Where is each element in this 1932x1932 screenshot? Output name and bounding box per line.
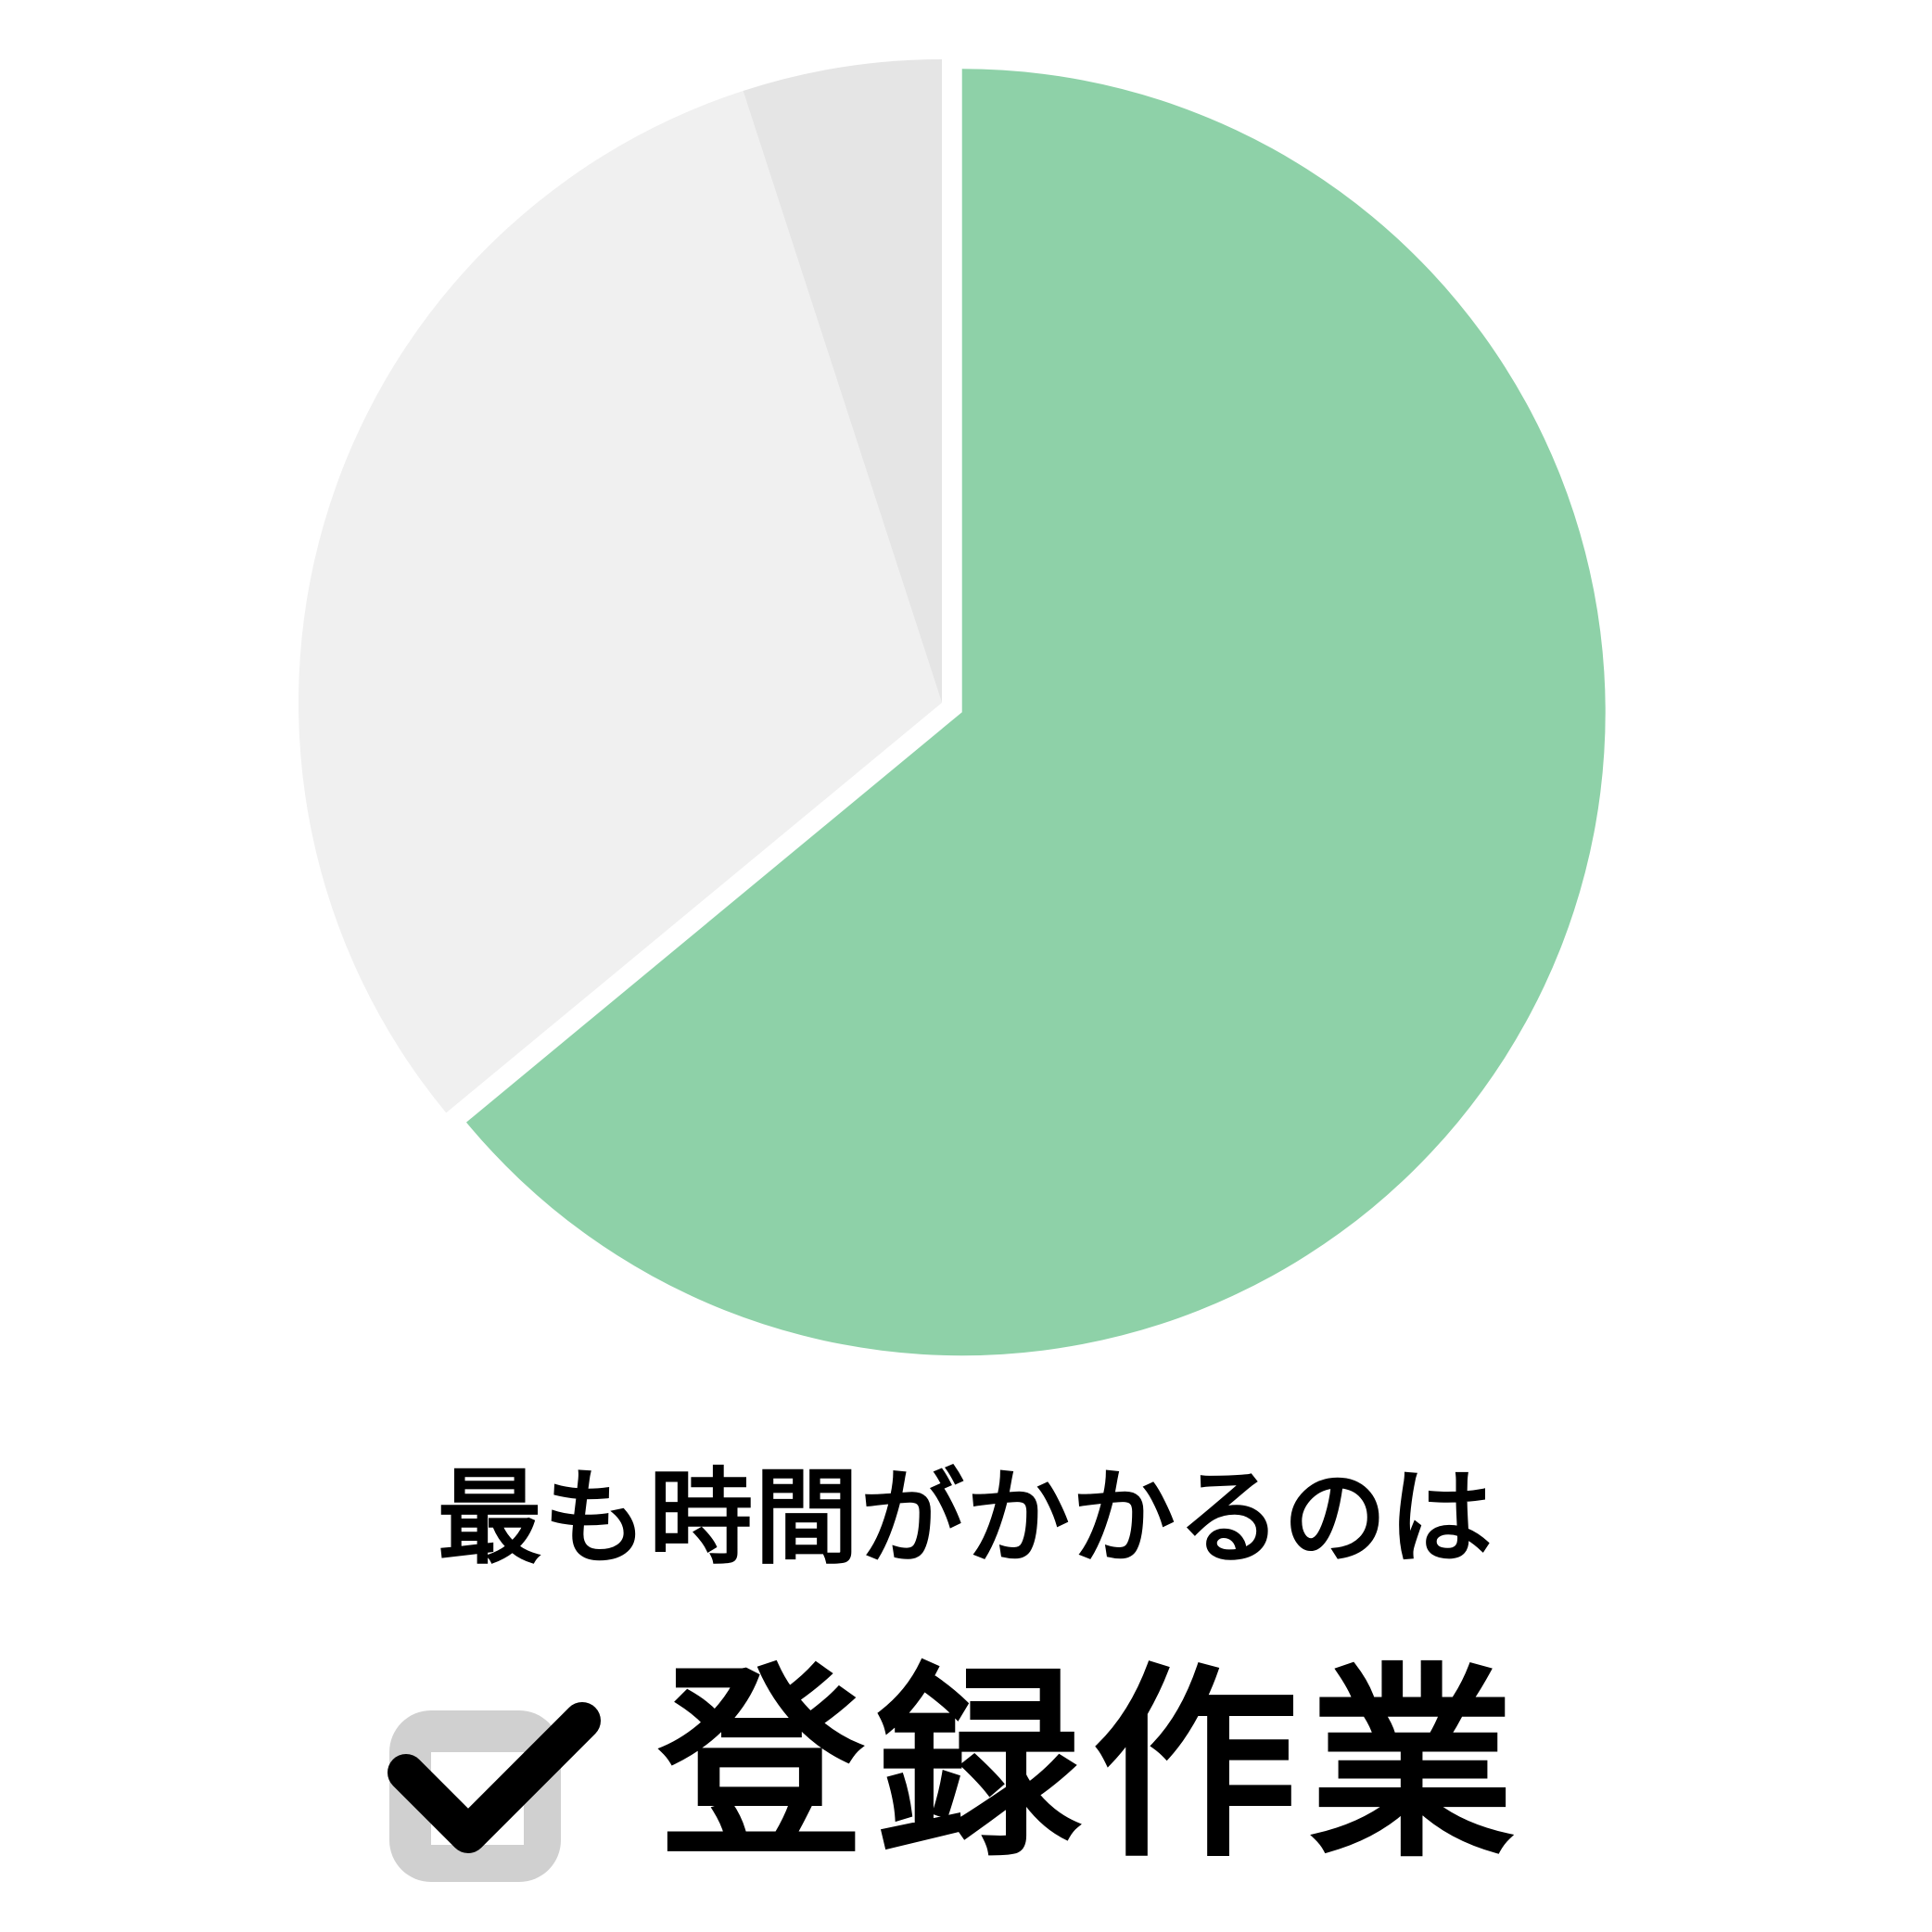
checkbox-check-icon xyxy=(388,1702,601,1882)
answer-text: 登録作業 xyxy=(658,1646,1526,1886)
answer-row: 登録作業 xyxy=(371,1650,1526,1882)
chart-title: 最も時間がかかるのは xyxy=(438,1458,1494,1579)
pie-chart xyxy=(299,59,1606,1356)
